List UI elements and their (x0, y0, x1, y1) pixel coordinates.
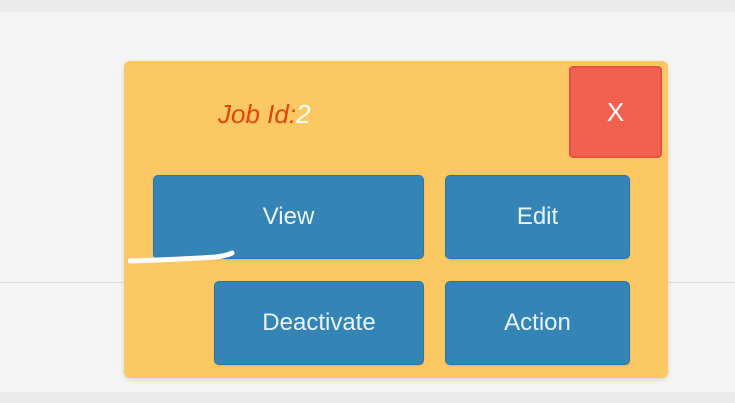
deactivate-button[interactable]: Deactivate (214, 281, 424, 365)
job-id-heading: Job Id:2 (218, 99, 311, 129)
page-background: Job Id:2 X View Edit Deactivate Action (0, 0, 735, 403)
job-id-value: 2 (296, 99, 311, 129)
close-button[interactable]: X (569, 66, 662, 158)
edit-button[interactable]: Edit (445, 175, 630, 259)
bottom-band (0, 392, 735, 403)
top-band (0, 0, 735, 12)
job-id-label: Job Id: (218, 99, 297, 129)
action-button[interactable]: Action (445, 281, 630, 365)
view-button[interactable]: View (153, 175, 424, 259)
job-actions-popup: Job Id:2 X View Edit Deactivate Action (124, 61, 668, 378)
